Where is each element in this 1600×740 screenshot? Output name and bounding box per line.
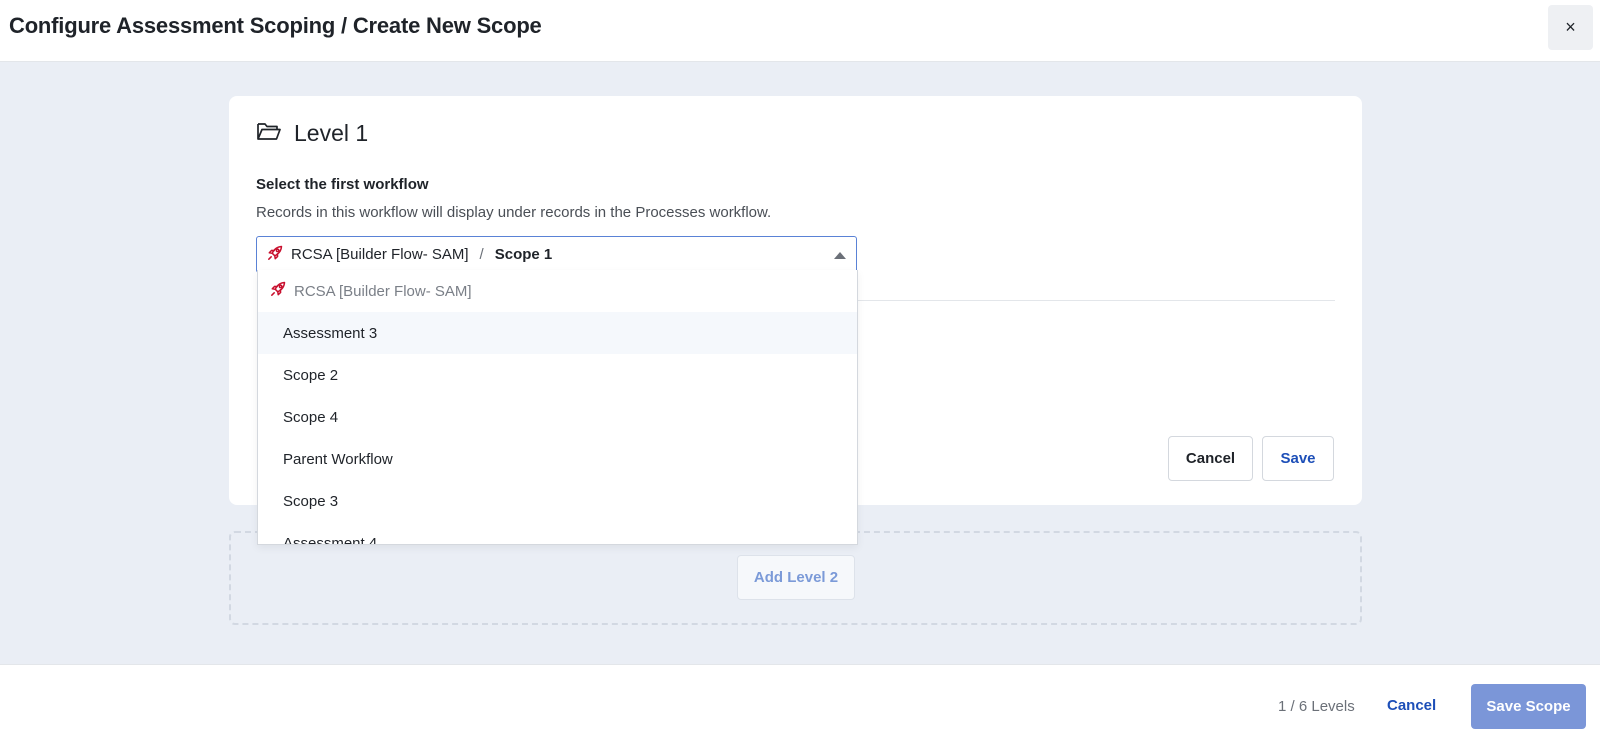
add-level-button[interactable]: Add Level 2: [737, 555, 855, 600]
folder-open-icon: [256, 120, 282, 147]
header-bar: Configure Assessment Scoping / Create Ne…: [0, 0, 1600, 62]
workflow-field-label: Select the first workflow: [256, 176, 429, 193]
close-button[interactable]: ×: [1548, 5, 1593, 50]
selected-separator: /: [479, 246, 484, 263]
levels-count: 1 / 6 Levels: [1278, 698, 1355, 715]
level-cancel-button[interactable]: Cancel: [1168, 436, 1253, 481]
dropdown-option[interactable]: Assessment 4: [258, 522, 857, 545]
selected-workflow: Scope 1: [494, 246, 553, 263]
divider: [857, 300, 1335, 301]
workflow-select[interactable]: RCSA [Builder Flow- SAM] / Scope 1: [256, 236, 857, 273]
footer-bar: 1 / 6 Levels Cancel Save Scope: [0, 664, 1600, 740]
workflow-dropdown[interactable]: RCSA [Builder Flow- SAM] Assessment 3 Sc…: [257, 270, 858, 545]
dropdown-option[interactable]: Scope 4: [258, 396, 857, 438]
dropdown-group-label: RCSA [Builder Flow- SAM]: [294, 282, 472, 300]
dropdown-option[interactable]: Scope 3: [258, 480, 857, 522]
add-level-zone: Add Level 2: [229, 531, 1362, 625]
dropdown-option[interactable]: Parent Workflow: [258, 438, 857, 480]
level-title: Level 1: [294, 120, 369, 146]
dropdown-option[interactable]: Scope 2: [258, 354, 857, 396]
level-header: Level 1: [256, 120, 368, 147]
rocket-icon: [267, 245, 283, 265]
dropdown-option[interactable]: Assessment 3: [258, 312, 857, 354]
footer-cancel-button[interactable]: Cancel: [1387, 697, 1436, 714]
dropdown-group-header: RCSA [Builder Flow- SAM]: [258, 270, 857, 312]
workflow-field-help: Records in this workflow will display un…: [256, 204, 772, 221]
save-scope-button[interactable]: Save Scope: [1471, 684, 1586, 729]
caret-up-icon: [834, 252, 846, 259]
selected-parent-workflow: RCSA [Builder Flow- SAM]: [291, 246, 469, 263]
page-title: Configure Assessment Scoping / Create Ne…: [9, 13, 542, 38]
level-save-button[interactable]: Save: [1262, 436, 1334, 481]
rocket-icon: [270, 281, 286, 301]
